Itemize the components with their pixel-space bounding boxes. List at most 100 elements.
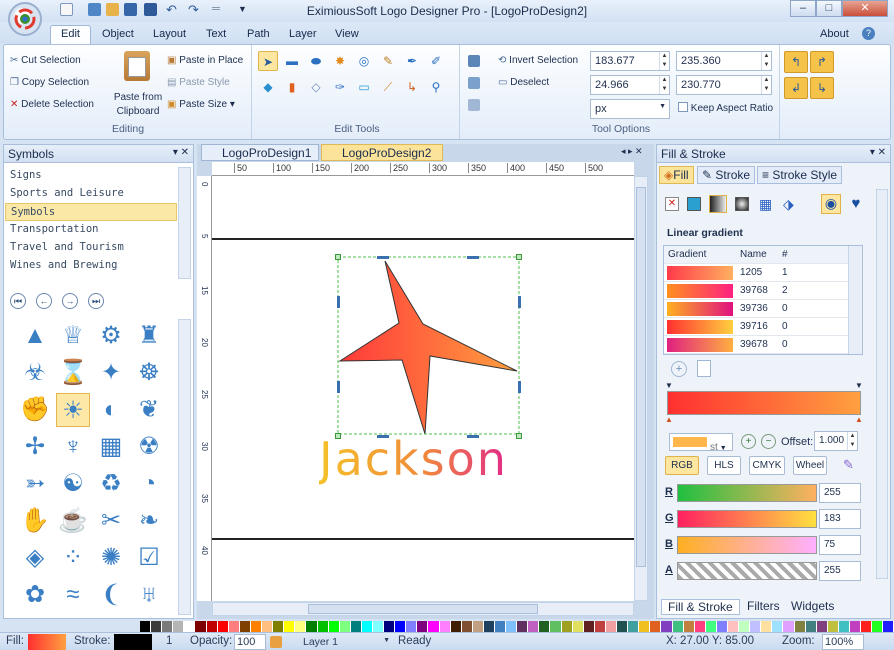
- logo-text[interactable]: Jackson: [319, 432, 508, 486]
- first-icon[interactable]: ⏮: [10, 293, 26, 309]
- no-paint-icon[interactable]: ✕: [665, 197, 679, 211]
- tool-option-icon-2[interactable]: [468, 77, 480, 89]
- palette-swatch[interactable]: [617, 621, 629, 632]
- width-spinner-icon[interactable]: ▲ ▼: [659, 76, 669, 94]
- bottom-tab-filters[interactable]: Filters: [747, 599, 780, 613]
- fill-rule-nonzero-icon[interactable]: ♥: [847, 195, 865, 213]
- radiation-icon[interactable]: ☢: [132, 430, 166, 464]
- palette-swatch[interactable]: [783, 621, 795, 632]
- dots-icon[interactable]: ⁘: [56, 541, 90, 575]
- handle-tl[interactable]: [335, 254, 341, 260]
- tab-layout[interactable]: Layout: [143, 26, 196, 44]
- palette-swatch[interactable]: [162, 621, 174, 632]
- fill-tab[interactable]: ◈Fill: [659, 166, 694, 184]
- biohazard-icon[interactable]: ☣: [18, 356, 52, 390]
- category-travel[interactable]: Travel and Tourism: [5, 239, 177, 257]
- sun-icon[interactable]: ☀: [56, 393, 90, 427]
- stop-select[interactable]: st ▼: [669, 433, 733, 453]
- arrow-icon[interactable]: ➳: [18, 467, 52, 501]
- palette-swatch[interactable]: [472, 621, 484, 632]
- paste-in-place-button[interactable]: ▣ Paste in Place: [167, 55, 243, 66]
- zoom-field[interactable]: 100%: [822, 634, 864, 650]
- edit-gradient-icon[interactable]: [697, 360, 711, 377]
- palette-swatch[interactable]: [727, 621, 740, 632]
- hourglass-icon[interactable]: ⌛: [56, 356, 90, 390]
- palette-swatch[interactable]: [750, 621, 762, 632]
- vortex-icon[interactable]: ✿: [18, 578, 52, 612]
- palette-swatch[interactable]: [483, 621, 495, 632]
- palette-swatch[interactable]: [705, 621, 717, 632]
- wing-icon[interactable]: ❨: [94, 578, 128, 612]
- palette-swatch[interactable]: [816, 621, 828, 632]
- fill-panel-scrollbar[interactable]: [876, 189, 888, 579]
- x-field[interactable]: 183.677 ▲ ▼: [590, 51, 670, 71]
- spray-tool[interactable]: ▮: [282, 77, 302, 97]
- palette-swatch[interactable]: [772, 621, 784, 632]
- align-top-right-button[interactable]: ↱: [810, 51, 834, 73]
- palette-swatch[interactable]: [661, 621, 673, 632]
- align-bottom-left-button[interactable]: ↲: [784, 77, 808, 99]
- channel-value-field[interactable]: 183: [819, 509, 861, 529]
- paste-size-button[interactable]: ▣ Paste Size ▾: [167, 99, 235, 110]
- palette-swatch[interactable]: [295, 621, 307, 632]
- handle-left[interactable]: [337, 296, 340, 308]
- palette-swatch[interactable]: [217, 621, 229, 632]
- tab-view[interactable]: View: [325, 26, 369, 44]
- category-scrollbar[interactable]: [178, 167, 191, 279]
- burst-icon[interactable]: ✺: [94, 541, 128, 575]
- palette-swatch[interactable]: [250, 621, 263, 632]
- palette-swatch[interactable]: [838, 621, 850, 632]
- checkbox-icon[interactable]: ☑: [132, 541, 166, 575]
- pen-tool[interactable]: ✒: [402, 51, 422, 71]
- palette-swatch[interactable]: [461, 621, 473, 632]
- palette-swatch[interactable]: [339, 621, 351, 632]
- handle-tr[interactable]: [516, 254, 522, 260]
- delete-button[interactable]: ✕ Delete Selection: [10, 99, 94, 110]
- star-tool[interactable]: ✸: [330, 51, 350, 71]
- doc-tab-2[interactable]: LogoProDesign2: [321, 144, 443, 161]
- bottom-tab-widgets[interactable]: Widgets: [791, 599, 834, 613]
- palette-swatch[interactable]: [805, 621, 817, 632]
- palette-swatch[interactable]: [350, 621, 362, 632]
- remove-stop-icon[interactable]: −: [761, 434, 776, 449]
- palette-swatch[interactable]: [883, 621, 894, 632]
- channel-slider[interactable]: [677, 510, 817, 528]
- gradient-row[interactable]: 1205 1: [664, 264, 854, 282]
- add-stop-icon[interactable]: +: [741, 434, 756, 449]
- palette-swatch[interactable]: [550, 621, 562, 632]
- connector-tool[interactable]: ↳: [402, 77, 422, 97]
- offset-spinner-icon[interactable]: ▲ ▼: [847, 432, 857, 450]
- palette-swatch[interactable]: [262, 621, 274, 632]
- about-link[interactable]: About: [810, 26, 859, 44]
- palette-swatch[interactable]: [827, 621, 839, 632]
- doc-tab-1[interactable]: LogoProDesign1: [201, 144, 319, 161]
- zoom-tool[interactable]: ⚲: [426, 77, 446, 97]
- symbol-scrollbar[interactable]: [178, 319, 191, 615]
- select-tool[interactable]: ➤: [258, 51, 278, 71]
- fist-icon[interactable]: ✊: [18, 393, 52, 427]
- gradient-row[interactable]: 39768 2: [664, 282, 854, 300]
- eraser-tool[interactable]: ◇: [306, 77, 326, 97]
- palette-swatch[interactable]: [395, 621, 407, 632]
- ellipse-tool[interactable]: ⬬: [306, 51, 326, 71]
- spiral-tool[interactable]: ◎: [354, 51, 374, 71]
- pick-color-icon[interactable]: ✎: [843, 457, 854, 473]
- x-spinner-icon[interactable]: ▲ ▼: [659, 52, 669, 70]
- gradient-row[interactable]: 39736 0: [664, 300, 854, 318]
- gradient-row[interactable]: 39716 0: [664, 318, 854, 336]
- hls-button[interactable]: HLS: [707, 456, 741, 475]
- minimize-button[interactable]: –: [790, 0, 816, 17]
- palette-swatch[interactable]: [561, 621, 573, 632]
- app-logo-icon[interactable]: [8, 2, 42, 36]
- gradient-row[interactable]: 39678 0: [664, 336, 854, 354]
- handle-br[interactable]: [516, 433, 522, 439]
- vertical-scrollbar[interactable]: [634, 176, 648, 601]
- palette-swatch[interactable]: [306, 621, 318, 632]
- trophy-icon[interactable]: ▲: [18, 319, 52, 353]
- dropper-tool[interactable]: ✑: [330, 77, 350, 97]
- palette-swatch[interactable]: [572, 621, 584, 632]
- fill-rule-evenodd-icon[interactable]: ◉: [821, 194, 841, 214]
- tool-option-icon-3[interactable]: [468, 99, 480, 111]
- palette-swatch[interactable]: [317, 621, 329, 632]
- next-icon[interactable]: →: [62, 293, 78, 309]
